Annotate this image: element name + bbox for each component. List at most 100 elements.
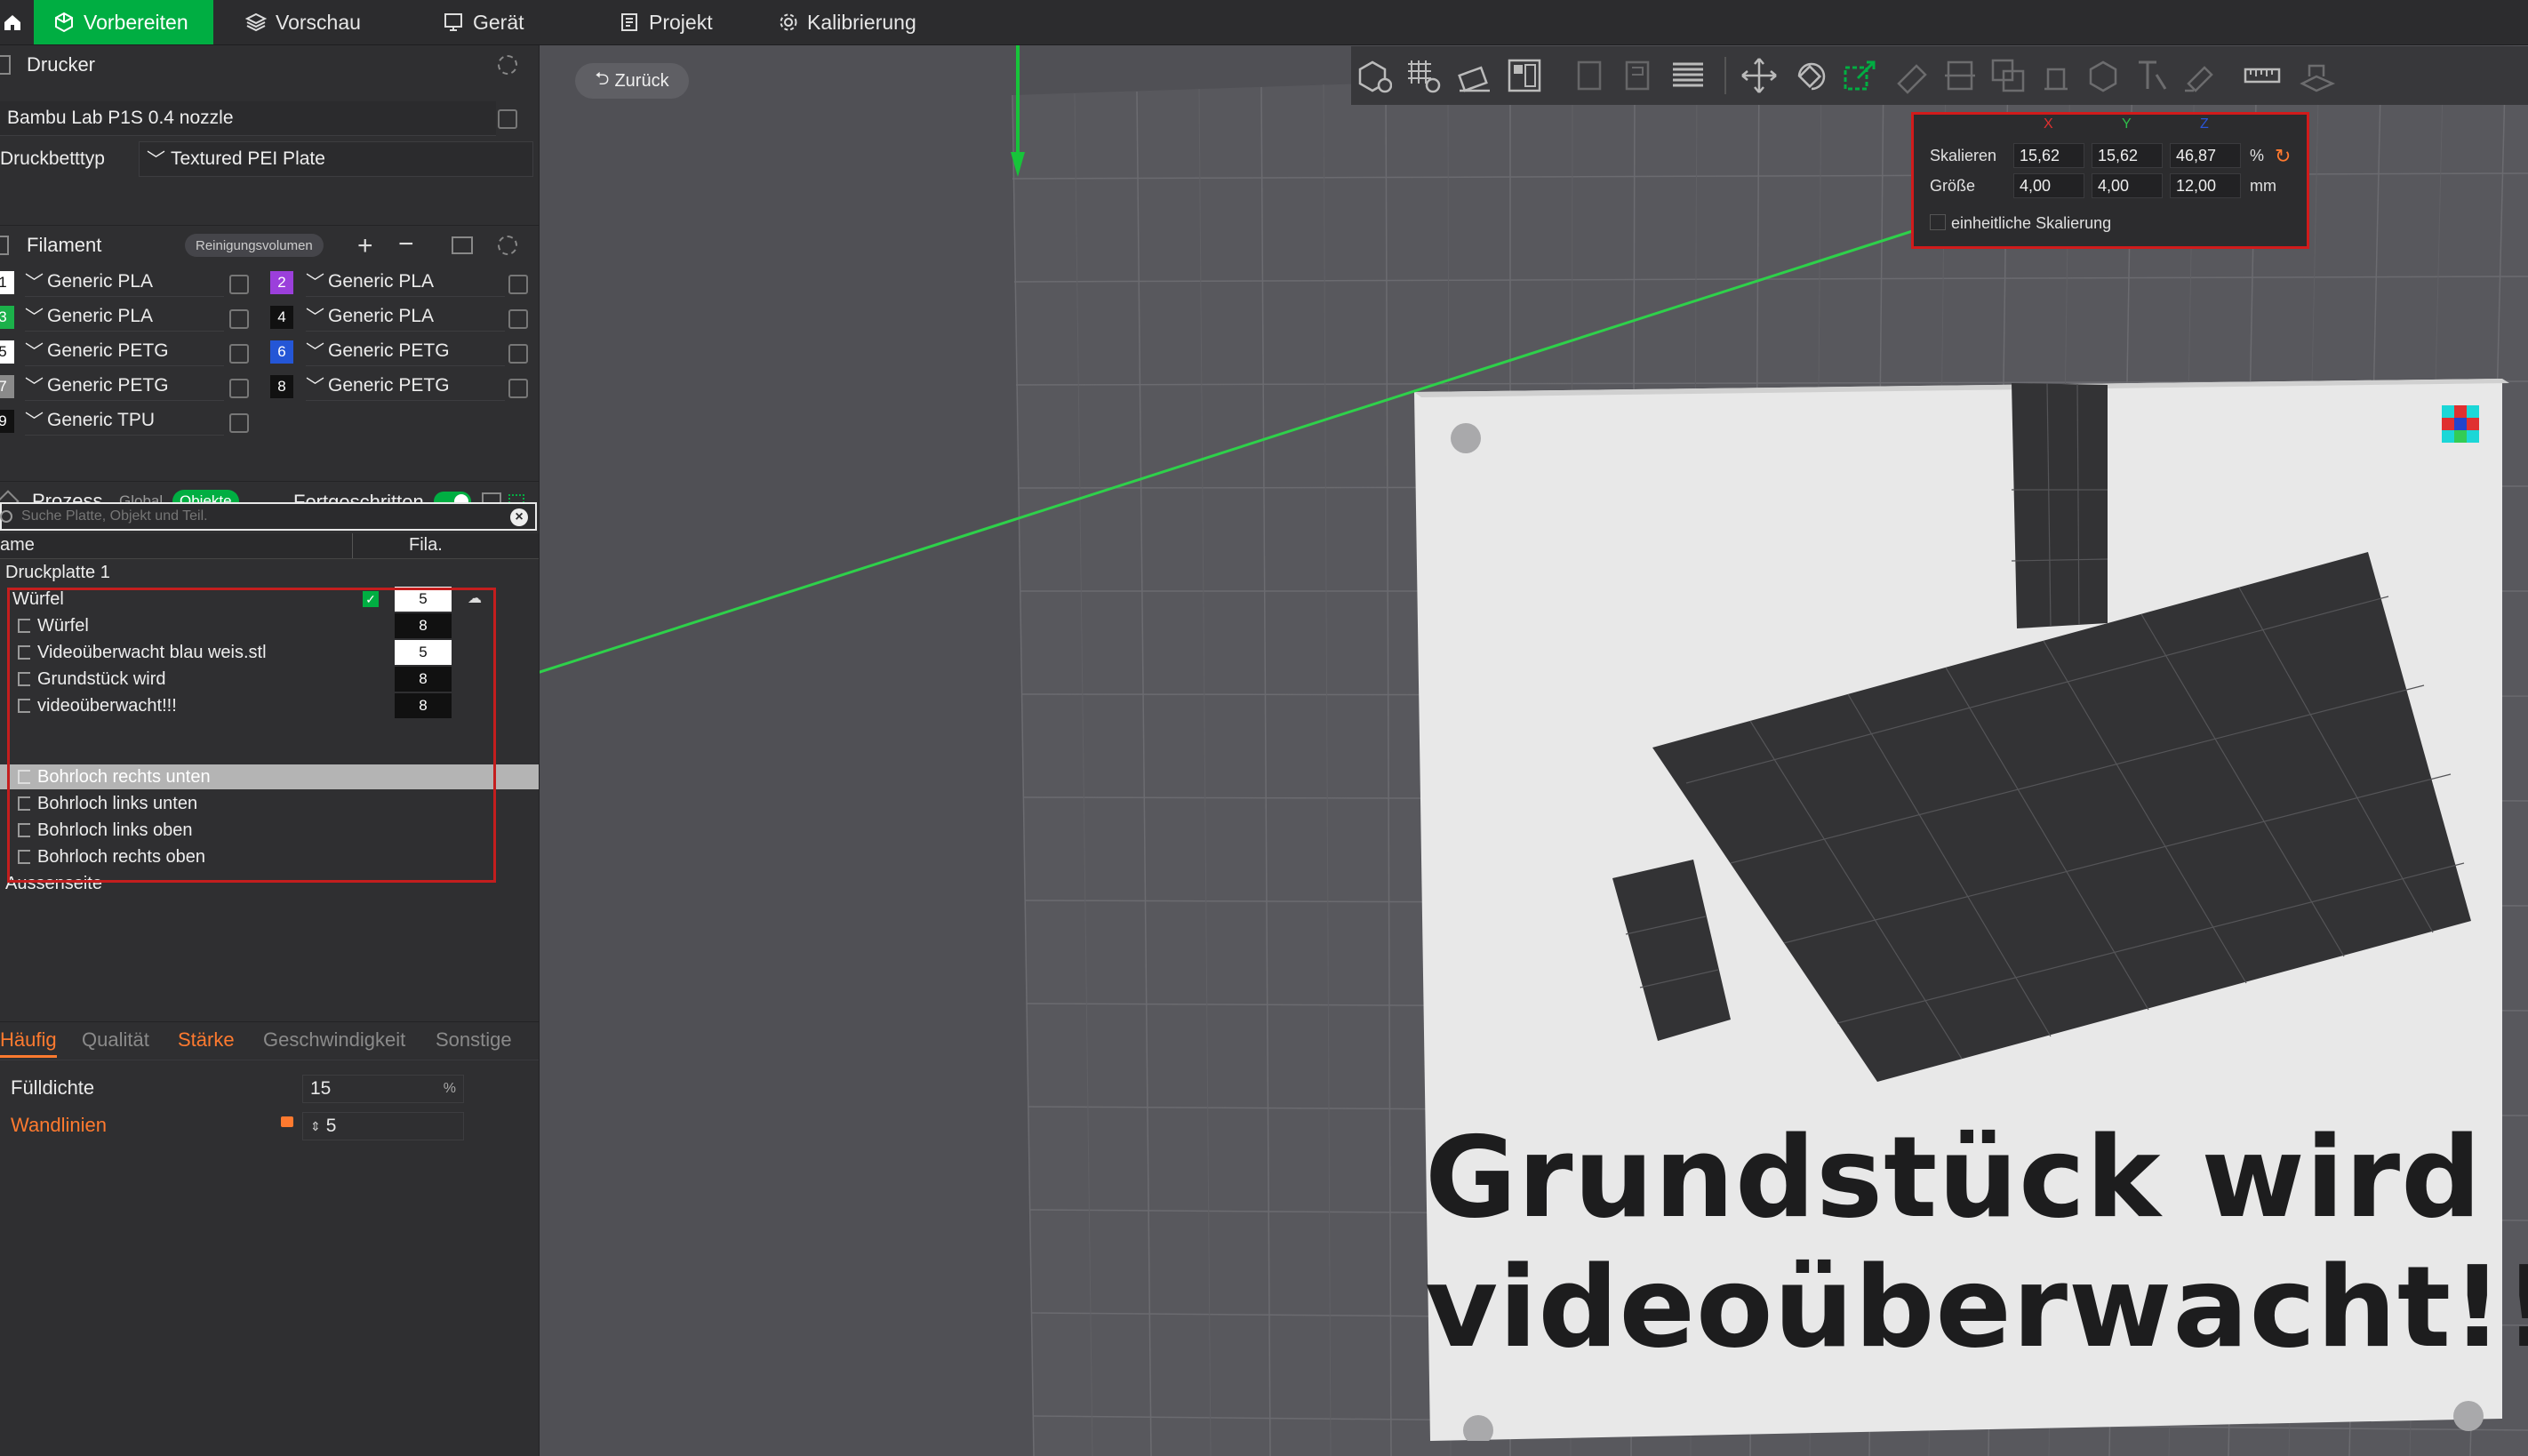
column-filament: Fila. (409, 535, 443, 555)
filament-select-2[interactable]: ﹀ Generic PLA (306, 268, 505, 297)
3d-viewport[interactable]: ⮌ Zurück Grundstück wird videoüberwacht!… (540, 45, 2528, 1456)
support-paint-icon[interactable] (2037, 57, 2075, 94)
filament-select-9[interactable]: ﹀ Generic TPU (25, 406, 224, 436)
scale-icon[interactable] (1842, 57, 1879, 94)
tab-quality[interactable]: Qualität (82, 1028, 149, 1052)
filament-edit-icon[interactable] (229, 413, 249, 433)
size-x-input[interactable]: 4,00 (2013, 173, 2084, 198)
highlight-object-list (7, 588, 496, 883)
filament-select-1[interactable]: ﹀ Generic PLA (25, 268, 224, 297)
reset-icon[interactable]: ↻ (2275, 145, 2291, 168)
object-search-input[interactable] (20, 508, 503, 525)
filament-edit-icon[interactable] (508, 379, 528, 398)
lock-icon[interactable] (281, 1116, 293, 1127)
filament-edit-icon[interactable] (229, 379, 249, 398)
tab-others[interactable]: Sonstige (436, 1028, 512, 1052)
move-icon[interactable] (1740, 57, 1778, 94)
infill-input[interactable]: 15 % (302, 1075, 464, 1103)
filament-edit-icon[interactable] (508, 275, 528, 294)
search-icon (0, 510, 12, 523)
lay-on-face-icon[interactable] (1893, 57, 1931, 94)
scale-z-input[interactable]: 46,87 (2170, 143, 2241, 168)
filament-select-4[interactable]: ﹀ Generic PLA (306, 302, 505, 332)
size-unit: mm (2250, 177, 2276, 195)
filament-edit-icon[interactable] (508, 344, 528, 364)
clear-search-icon[interactable]: × (510, 508, 528, 526)
filament-edit-icon[interactable] (229, 309, 249, 329)
flush-volume-button[interactable]: Reinigungsvolumen (185, 234, 324, 257)
filament-edit-icon[interactable] (508, 309, 528, 329)
filament-slot-7[interactable]: 7 (0, 375, 14, 398)
measure-icon[interactable] (2244, 57, 2281, 94)
filament-select-6[interactable]: ﹀ Generic PETG (306, 337, 505, 366)
walls-input[interactable]: ⇕ 5 (302, 1112, 464, 1140)
filament-select-8[interactable]: ﹀ Generic PETG (306, 372, 505, 401)
seam-paint-icon[interactable] (2085, 57, 2123, 94)
gear-icon (780, 13, 797, 31)
stepper-icon[interactable]: ⇕ (310, 1119, 321, 1134)
filament-select-7[interactable]: ﹀ Generic PETG (25, 372, 224, 401)
filament-slot-2[interactable]: 2 (270, 271, 293, 294)
size-z-input[interactable]: 12,00 (2170, 173, 2241, 198)
filament-slot-8[interactable]: 8 (270, 375, 293, 398)
split-parts-icon[interactable] (1620, 57, 1657, 94)
filament-slot-9[interactable]: 9 (0, 410, 14, 433)
printer-name: Bambu Lab P1S 0.4 nozzle (7, 108, 234, 128)
sync-icon[interactable] (452, 236, 473, 254)
tab-preview[interactable]: Vorschau (245, 0, 361, 44)
uniform-scale-checkbox[interactable] (1930, 214, 1946, 230)
filament-section-header: Filament Reinigungsvolumen + − (0, 225, 539, 265)
scale-y-input[interactable]: 15,62 (2092, 143, 2163, 168)
printer-section-header: Drucker (0, 45, 539, 84)
color-paint-icon[interactable] (2181, 57, 2219, 94)
home-icon[interactable] (0, 0, 25, 44)
add-object-icon[interactable] (1355, 57, 1392, 94)
tab-common[interactable]: Häufig (0, 1028, 57, 1052)
arrange-icon[interactable] (1506, 57, 1543, 94)
remove-filament-icon[interactable]: − (398, 229, 414, 260)
add-plate-icon[interactable] (1404, 57, 1442, 94)
printer-select[interactable]: Bambu Lab P1S 0.4 nozzle (0, 101, 496, 136)
layers-editing-icon[interactable] (1669, 57, 1707, 94)
back-button[interactable]: ⮌ Zurück (575, 63, 689, 99)
plate-row[interactable]: Druckplatte 1 (0, 559, 539, 586)
device-icon (444, 13, 462, 31)
object-search-box[interactable]: × (0, 502, 537, 531)
left-sidebar: Drucker Bambu Lab P1S 0.4 nozzle Druckbe… (0, 45, 540, 1456)
assembly-icon[interactable] (2299, 57, 2336, 94)
object-list-header: ame Fila. (0, 533, 539, 559)
scale-x-input[interactable]: 15,62 (2013, 143, 2084, 168)
filament-section-title: Filament (27, 234, 102, 256)
filament-slot-4[interactable]: 4 (270, 306, 293, 329)
tab-prepare[interactable]: Vorbereiten (34, 0, 213, 44)
bed-type-select[interactable]: ﹀ Textured PEI Plate (139, 141, 533, 177)
filament-slot-6[interactable]: 6 (270, 340, 293, 364)
filament-slot-1[interactable]: 1 (0, 271, 14, 294)
undo-arrow-icon: ⮌ (595, 69, 610, 89)
boolean-icon[interactable] (1989, 57, 2027, 94)
tab-label: Projekt (649, 10, 713, 34)
split-objects-icon[interactable] (1572, 57, 1609, 94)
filament-icon (0, 236, 9, 255)
tab-strength[interactable]: Stärke (178, 1028, 235, 1052)
printer-settings-gear-icon[interactable] (498, 55, 517, 75)
uniform-scale-label: einheitliche Skalierung (1951, 214, 2112, 232)
printer-edit-icon[interactable] (498, 109, 517, 129)
tab-speed[interactable]: Geschwindigkeit (263, 1028, 405, 1052)
filament-slot-5[interactable]: 5 (0, 340, 14, 364)
tab-project[interactable]: Projekt (619, 0, 713, 44)
filament-slot-3[interactable]: 3 (0, 306, 14, 329)
filament-settings-gear-icon[interactable] (498, 236, 517, 255)
size-y-input[interactable]: 4,00 (2092, 173, 2163, 198)
filament-select-3[interactable]: ﹀ Generic PLA (25, 302, 224, 332)
rotate-icon[interactable] (1792, 57, 1829, 94)
auto-orient-icon[interactable] (1456, 57, 1493, 94)
add-filament-icon[interactable]: + (357, 231, 373, 261)
filament-select-5[interactable]: ﹀ Generic PETG (25, 337, 224, 366)
tab-calibration[interactable]: Kalibrierung (779, 0, 916, 44)
filament-edit-icon[interactable] (229, 275, 249, 294)
text-tool-icon[interactable] (2133, 57, 2171, 94)
filament-edit-icon[interactable] (229, 344, 249, 364)
cut-icon[interactable] (1941, 57, 1979, 94)
tab-device[interactable]: Gerät (443, 0, 524, 44)
